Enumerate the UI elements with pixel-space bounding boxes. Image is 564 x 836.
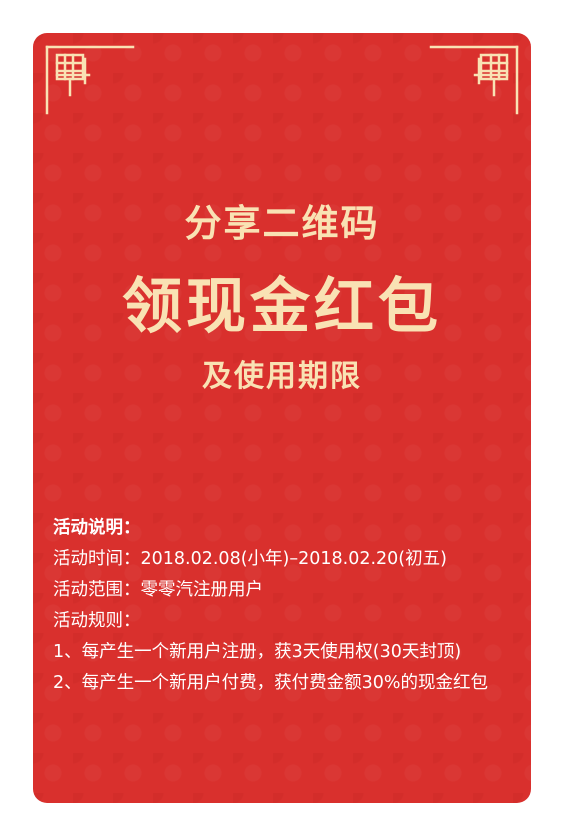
rules-label: 活动规则： xyxy=(53,611,141,631)
hero-tail: 及使用期限 xyxy=(202,359,362,394)
rules-heading: 活动说明： xyxy=(53,518,141,538)
activity-rules: 活动说明： 活动时间：2018.02.08(小年)–2018.02.20(初五)… xyxy=(53,513,523,699)
chinese-knot-corner-icon xyxy=(429,45,519,115)
red-envelope-card: 分享二维码 领现金红包 及使用期限 活动说明： 活动时间：2018.02.08(… xyxy=(33,33,531,803)
activity-time: 活动时间：2018.02.08(小年)–2018.02.20(初五) xyxy=(53,549,447,569)
hero-subtitle: 分享二维码 xyxy=(184,202,380,245)
rule-item-1: 1、每产生一个新用户注册，获3天使用权(30天封顶) xyxy=(53,642,462,662)
hero-title: 领现金红包 xyxy=(122,272,442,342)
rule-item-2: 2、每产生一个新用户付费，获付费金额30%的现金红包 xyxy=(53,673,489,693)
activity-scope: 活动范围：零零汽注册用户 xyxy=(53,580,263,600)
chinese-knot-corner-icon xyxy=(45,45,135,115)
